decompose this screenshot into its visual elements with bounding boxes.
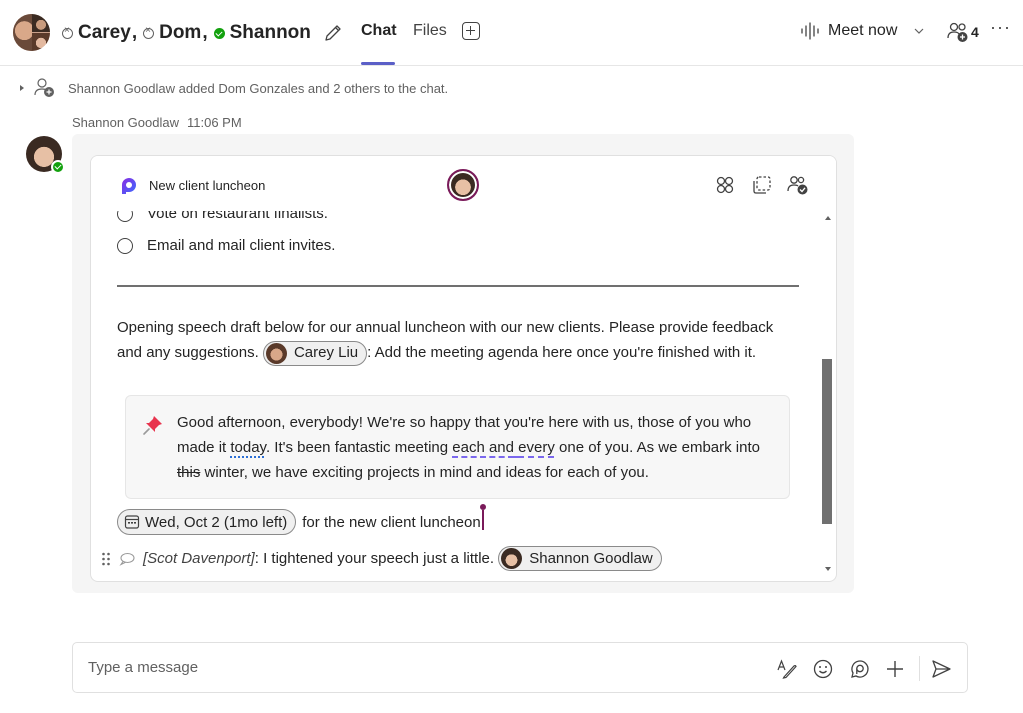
chat-title[interactable]: Carey , Dom , Shannon [62,18,343,48]
edit-pencil-icon[interactable] [323,23,343,43]
apps-icon[interactable] [714,174,736,196]
date-line: Wed, Oct 2 (1mo left) for the new client… [117,504,486,535]
comment-line: [Scot Davenport]: I tightened your speec… [101,546,662,571]
drag-handle-icon[interactable] [101,552,111,566]
quote-block: Good afternoon, everybody! We're so happ… [125,395,790,499]
speech-intro-paragraph: Opening speech draft below for our annua… [117,315,777,366]
chat-header: Carey , Dom , Shannon Chat Files Meet no… [0,0,1023,66]
message-input[interactable]: Type a message [88,659,198,676]
loop-component-card: Vote on restaurant finalists. Email and … [90,155,837,582]
chevron-down-icon[interactable] [913,25,925,37]
sender-avatar[interactable] [26,136,65,174]
loop-logo-icon [122,178,136,194]
comment-author: [Scot Davenport] [143,550,255,567]
loop-card-title[interactable]: New client luncheon [149,178,265,193]
speech-draft-text: Good afternoon, everybody! We're so happ… [177,414,760,481]
system-event: Shannon Goodlaw added Dom Gonzales and 2… [20,78,448,98]
tab-files[interactable]: Files [413,22,447,40]
scroll-down-arrow[interactable] [825,567,831,571]
send-icon[interactable] [930,658,952,680]
avatar [501,548,523,569]
divider [117,285,799,287]
shared-with-icon[interactable] [787,174,809,196]
system-message-text: Shannon Goodlaw added Dom Gonzales and 2… [68,80,449,96]
group-avatar[interactable] [13,14,50,51]
available-presence-icon [213,27,225,39]
plus-icon[interactable] [884,658,906,680]
people-add-icon [947,22,968,42]
sender-name: Shannon Goodlaw [72,115,179,130]
avatar [265,342,287,364]
participant-count: 4 [971,24,979,40]
inserted-text: every [518,439,555,456]
loop-compose-icon[interactable] [848,658,870,680]
available-status-icon [51,160,65,174]
participant-name: Carey [78,22,131,43]
away-presence-icon [143,25,155,39]
date-chip[interactable]: Wed, Oct 2 (1mo left) [117,509,297,535]
emoji-icon[interactable] [812,658,834,680]
more-options-icon[interactable]: ··· [990,17,1011,38]
meet-now-button[interactable]: Meet now [800,22,925,40]
mention-carey-liu[interactable]: Carey Liu [262,340,368,366]
comment-bubble-icon[interactable] [119,552,135,566]
mention-shannon-goodlaw[interactable]: Shannon Goodlaw [498,546,662,571]
deleted-text: today [230,439,266,456]
audio-wave-icon [801,22,819,40]
message-time: 11:06 PM [186,115,242,130]
deleted-text: this [177,464,201,481]
person-add-icon [34,78,54,97]
collaborator-cursor [479,504,486,530]
add-tab-icon[interactable] [462,22,480,40]
loop-content[interactable]: Vote on restaurant finalists. Email and … [91,156,836,581]
divider [919,656,920,681]
copy-component-icon[interactable] [751,174,773,196]
collaborator-avatar[interactable] [447,169,479,201]
message-meta: Shannon Goodlaw 11:06 PM [72,115,242,130]
scroll-up-arrow[interactable] [825,216,831,220]
expand-caret-icon[interactable] [20,85,24,91]
calendar-icon [124,515,140,529]
task-item: Email and mail client invites. [117,237,335,254]
loop-card-header: New client luncheon [91,156,836,211]
tab-chat[interactable]: Chat [361,22,397,40]
message-composer[interactable]: Type a message [72,642,968,693]
format-icon[interactable] [776,658,798,680]
active-tab-indicator [361,62,395,65]
scrollbar-thumb[interactable] [822,359,832,524]
deleted-text: each and [452,439,514,456]
task-checkbox[interactable] [117,237,133,254]
pushpin-icon [143,416,162,435]
participant-name: Shannon [229,22,311,43]
participant-name: Dom [159,22,202,43]
participants-button[interactable]: 4 [947,21,979,43]
away-presence-icon [62,25,73,39]
